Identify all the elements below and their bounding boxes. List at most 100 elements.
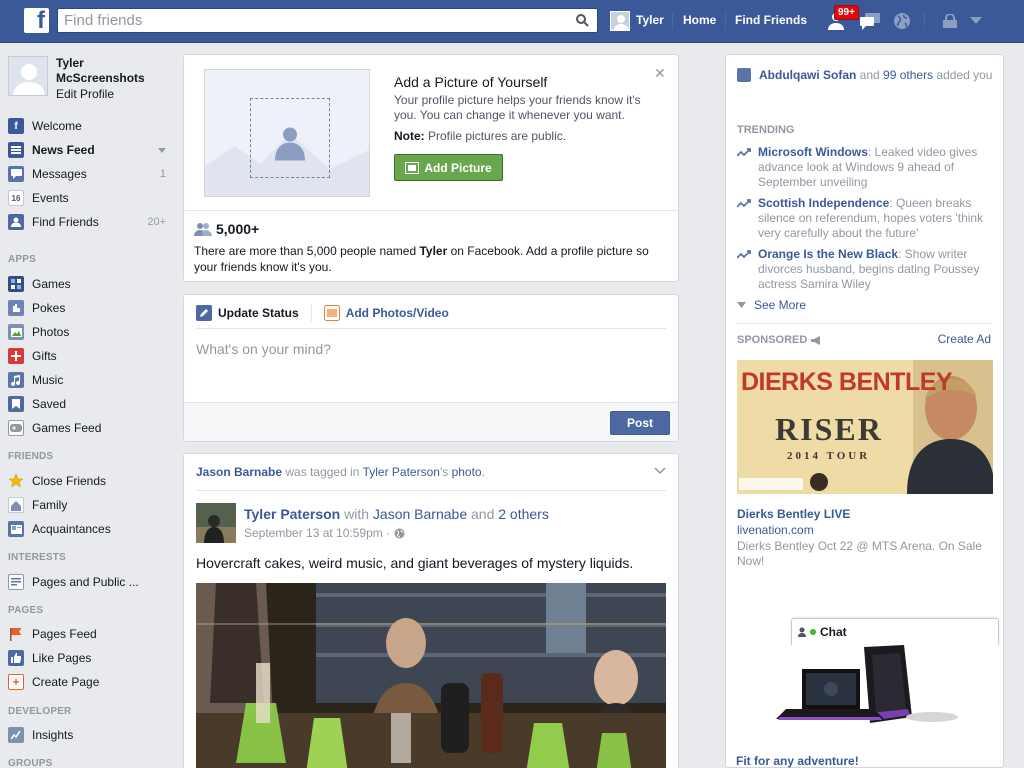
nav-item-gifts[interactable]: Gifts: [8, 346, 166, 366]
trending-item[interactable]: Scottish Independence: Queen breaks sile…: [737, 196, 993, 241]
nav-item-photos[interactable]: Photos: [8, 322, 166, 342]
nav-item-label: Photos: [32, 325, 70, 339]
divider: [184, 210, 678, 211]
add-picture-button[interactable]: Add Picture: [394, 154, 503, 181]
notification-badge: 99+: [834, 5, 859, 20]
story-photo[interactable]: [196, 583, 666, 768]
nav-item-label: Insights: [32, 728, 74, 742]
account-menu-button[interactable]: [964, 9, 988, 33]
messages-button[interactable]: [858, 9, 882, 33]
added-user-link[interactable]: Abdulqawi Sofan: [759, 68, 856, 82]
nav-item-messages[interactable]: Messages 1: [8, 164, 166, 184]
trending-item[interactable]: Microsoft Windows: Leaked video gives ad…: [737, 145, 993, 190]
ad-title-link[interactable]: Dierks Bentley LIVE: [737, 507, 850, 521]
nav-heading-developer: DEVELOPER: [8, 706, 72, 717]
globe-icon[interactable]: [394, 528, 405, 539]
profile-name[interactable]: Tyler McScreenshots: [56, 56, 166, 86]
post-button[interactable]: Post: [610, 411, 670, 435]
star-icon: [8, 473, 24, 489]
timestamp-link[interactable]: September 13 at 10:59pm ·: [244, 526, 390, 540]
story-context-text: 's: [439, 465, 452, 479]
author-link[interactable]: Tyler Paterson: [244, 506, 340, 522]
photo-link[interactable]: photo: [452, 465, 482, 479]
trending-topic[interactable]: Orange Is the New Black: [758, 247, 898, 261]
create-ad-link[interactable]: Create Ad: [938, 332, 991, 346]
edit-profile-link[interactable]: Edit Profile: [56, 87, 114, 101]
nav-item-games-feed[interactable]: Games Feed: [8, 418, 166, 438]
nav-item-like-pages[interactable]: Like Pages: [8, 648, 166, 668]
nav-item-acquaintances[interactable]: Acquaintances: [8, 519, 166, 539]
nav-item-label: News Feed: [32, 143, 95, 157]
added-others-link[interactable]: 99 others: [883, 68, 933, 82]
nav-item-family[interactable]: Family: [8, 495, 166, 515]
top-separator: [725, 12, 726, 30]
privacy-shortcuts-button[interactable]: [938, 9, 962, 33]
messages-icon: [8, 166, 24, 182]
search-box[interactable]: [57, 8, 598, 33]
profile-picture-placeholder[interactable]: [204, 69, 370, 197]
nav-item-news-feed[interactable]: News Feed: [8, 140, 166, 160]
note-label: Note:: [394, 129, 425, 143]
trending-arrow-icon: [737, 250, 751, 259]
nav-item-pages-and-public[interactable]: Pages and Public ...: [8, 572, 166, 592]
ad-image-dierks-bentley[interactable]: DIERKS BENTLEY RISER 2014 TOUR: [737, 360, 993, 494]
search-input[interactable]: [58, 9, 563, 32]
nav-item-welcome[interactable]: f Welcome: [8, 116, 166, 136]
tab-add-photos-video[interactable]: Add Photos/Video: [323, 305, 449, 321]
trending-item[interactable]: Orange Is the New Black: Show writer div…: [737, 247, 993, 292]
ad-image-laptop[interactable]: [772, 645, 964, 725]
trending-topic[interactable]: Microsoft Windows: [758, 145, 868, 159]
owner-link[interactable]: Tyler Paterson: [363, 465, 440, 479]
story-options-button[interactable]: [654, 464, 666, 478]
nav-item-pages-feed[interactable]: Pages Feed: [8, 624, 166, 644]
nav-item-events[interactable]: 16 Events: [8, 188, 166, 208]
divider: [196, 490, 666, 491]
chevron-down-icon: [737, 302, 746, 308]
top-avatar[interactable]: [610, 11, 630, 31]
top-find-friends-link[interactable]: Find Friends: [735, 13, 807, 27]
divider: [737, 323, 993, 324]
tab-separator: [310, 304, 312, 322]
nav-item-label: Games: [32, 277, 71, 291]
others-link[interactable]: 2 others: [498, 506, 549, 522]
author-line-text: with: [340, 506, 373, 522]
search-button[interactable]: [567, 9, 597, 32]
nav-item-pokes[interactable]: Pokes: [8, 298, 166, 318]
ad-banner-tour: 2014 TOUR: [787, 450, 871, 462]
author-avatar[interactable]: [196, 503, 236, 543]
ad-site-link[interactable]: livenation.com: [737, 523, 814, 537]
tab-update-status[interactable]: Update Status: [196, 305, 299, 321]
count-desc-name: Tyler: [419, 244, 448, 258]
top-separator: [672, 12, 673, 30]
messages-icon: [860, 13, 880, 30]
nav-item-saved[interactable]: Saved: [8, 394, 166, 414]
nav-item-close-friends[interactable]: Close Friends: [8, 471, 166, 491]
nav-item-find-friends[interactable]: Find Friends 20+: [8, 212, 166, 232]
tagged-user-link[interactable]: Jason Barnabe: [196, 465, 282, 479]
chevron-down-icon[interactable]: [158, 147, 166, 153]
nav-item-label: Acquaintances: [32, 522, 111, 536]
name-count-description: There are more than 5,000 people named T…: [194, 243, 664, 275]
lock-icon: [943, 14, 957, 28]
nav-item-create-page[interactable]: + Create Page: [8, 672, 166, 692]
close-icon[interactable]: ✕: [654, 65, 666, 82]
trending-topic[interactable]: Scottish Independence: [758, 196, 889, 210]
profile-picture[interactable]: [8, 56, 48, 96]
news-feed-story: Jason Barnabe was tagged in Tyler Paters…: [183, 453, 679, 768]
chat-tab[interactable]: Chat: [791, 618, 999, 645]
with-user-link[interactable]: Jason Barnabe: [373, 506, 467, 522]
top-profile-link[interactable]: Tyler: [636, 13, 664, 27]
avatar-silhouette-icon: [9, 57, 47, 95]
nav-item-music[interactable]: Music: [8, 370, 166, 390]
status-input[interactable]: What's on your mind?: [196, 341, 331, 357]
nav-item-label: Events: [32, 191, 69, 205]
nav-item-count: 20+: [147, 216, 166, 228]
notifications-button[interactable]: [890, 9, 914, 33]
nav-item-games[interactable]: Games: [8, 274, 166, 294]
nav-item-insights[interactable]: Insights: [8, 725, 166, 745]
facebook-logo[interactable]: f: [24, 8, 49, 33]
nav-item-count: 1: [159, 168, 166, 180]
top-home-link[interactable]: Home: [683, 13, 716, 27]
ad2-title-link[interactable]: Fit for any adventure!: [736, 754, 859, 768]
see-more-link[interactable]: See More: [737, 298, 806, 312]
